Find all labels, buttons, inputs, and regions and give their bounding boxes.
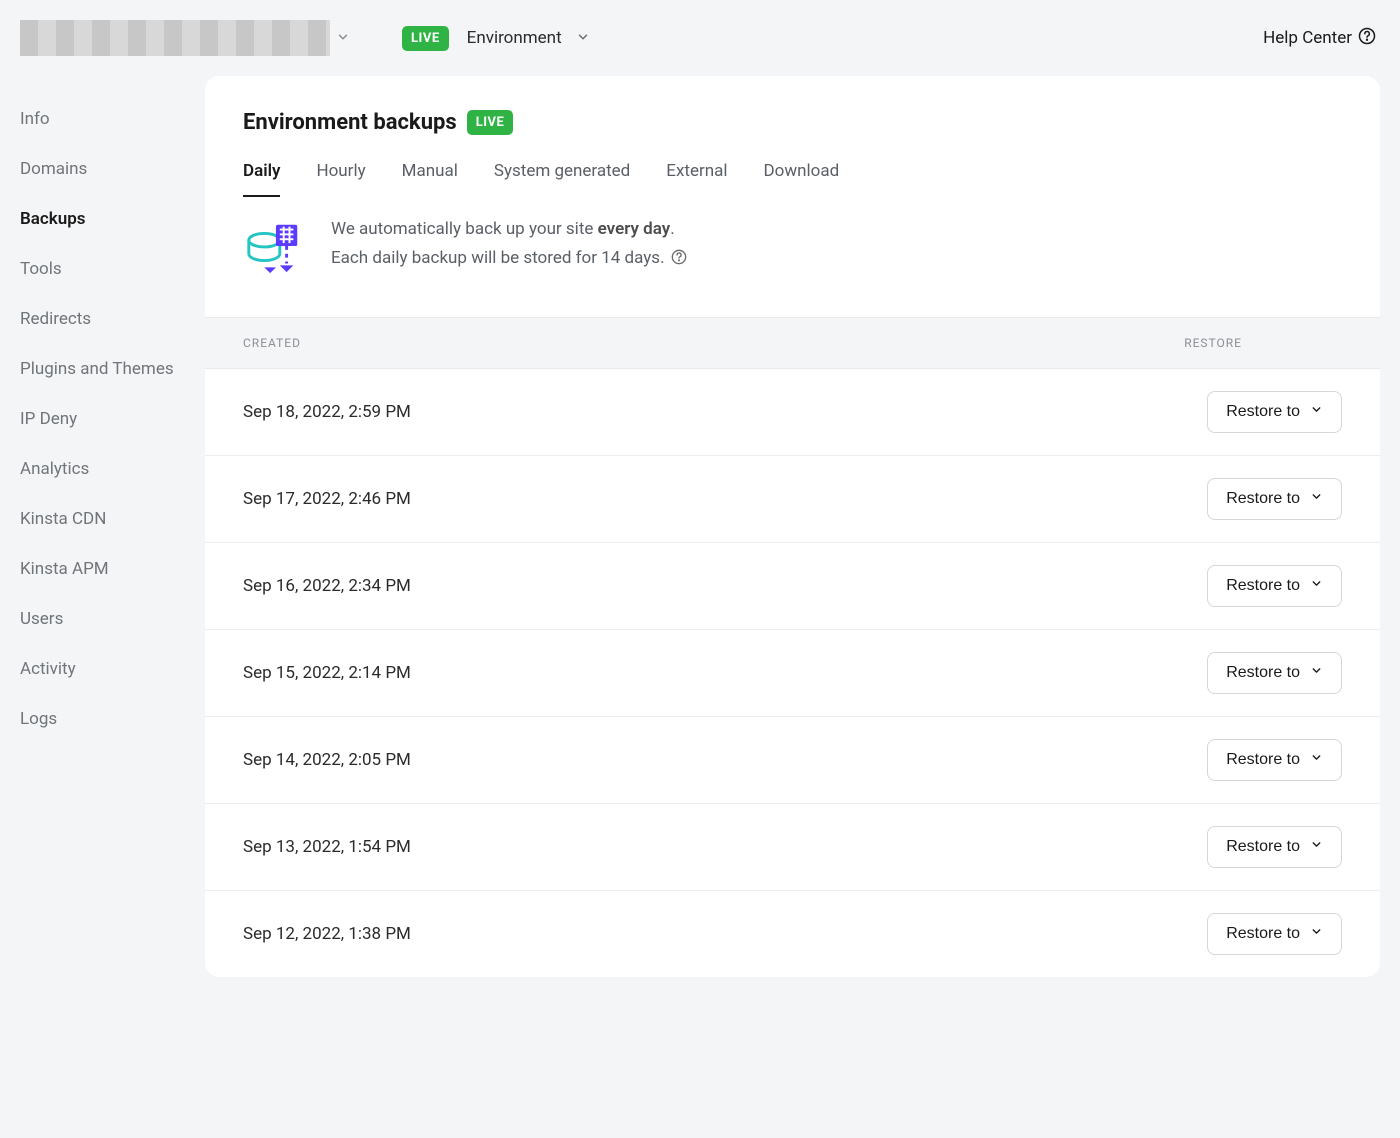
info-line1-post: .: [670, 219, 674, 239]
sidebar-item-info[interactable]: Info: [20, 94, 205, 144]
backup-calendar-icon: [243, 215, 305, 281]
sidebar-item-ip-deny[interactable]: IP Deny: [20, 394, 205, 444]
tab-hourly[interactable]: Hourly: [316, 161, 365, 197]
topbar: LIVE Environment Help Center: [0, 0, 1400, 76]
chevron-down-icon: [1310, 577, 1323, 595]
site-name-redacted: [20, 20, 330, 56]
backup-row: Sep 16, 2022, 2:34 PM Restore to: [205, 543, 1380, 630]
backup-created: Sep 14, 2022, 2:05 PM: [243, 750, 411, 770]
tab-download[interactable]: Download: [763, 161, 839, 197]
chevron-down-icon: [1310, 925, 1323, 943]
backup-created: Sep 13, 2022, 1:54 PM: [243, 837, 411, 857]
sidebar-item-domains[interactable]: Domains: [20, 144, 205, 194]
chevron-down-icon: [1310, 490, 1323, 508]
sidebar: InfoDomainsBackupsToolsRedirectsPlugins …: [0, 76, 205, 744]
environment-label[interactable]: Environment: [467, 28, 562, 48]
chevron-down-icon: [336, 29, 350, 48]
backup-created: Sep 15, 2022, 2:14 PM: [243, 663, 411, 683]
backup-created: Sep 17, 2022, 2:46 PM: [243, 489, 411, 509]
restore-label: Restore to: [1226, 664, 1300, 682]
info-block: We automatically back up your site every…: [205, 197, 1380, 317]
info-line1-pre: We automatically back up your site: [331, 219, 598, 239]
sidebar-item-logs[interactable]: Logs: [20, 694, 205, 744]
sidebar-item-kinsta-cdn[interactable]: Kinsta CDN: [20, 494, 205, 544]
info-line1-bold: every day: [598, 219, 671, 239]
restore-to-button[interactable]: Restore to: [1207, 913, 1342, 955]
sidebar-item-users[interactable]: Users: [20, 594, 205, 644]
column-header-restore: RESTORE: [1184, 336, 1242, 350]
sidebar-item-activity[interactable]: Activity: [20, 644, 205, 694]
page-title: Environment backups: [243, 110, 457, 135]
live-badge: LIVE: [402, 26, 449, 51]
tab-manual[interactable]: Manual: [402, 161, 458, 197]
restore-to-button[interactable]: Restore to: [1207, 478, 1342, 520]
chevron-down-icon: [1310, 664, 1323, 682]
backup-row: Sep 18, 2022, 2:59 PM Restore to: [205, 369, 1380, 456]
sidebar-item-kinsta-apm[interactable]: Kinsta APM: [20, 544, 205, 594]
table-head: CREATED RESTORE: [205, 317, 1380, 369]
restore-label: Restore to: [1226, 838, 1300, 856]
tab-external[interactable]: External: [666, 161, 727, 197]
chevron-down-icon: [1310, 838, 1323, 856]
sidebar-item-redirects[interactable]: Redirects: [20, 294, 205, 344]
column-header-created: CREATED: [243, 336, 301, 350]
backup-row: Sep 14, 2022, 2:05 PM Restore to: [205, 717, 1380, 804]
restore-label: Restore to: [1226, 490, 1300, 508]
restore-label: Restore to: [1226, 925, 1300, 943]
sidebar-item-plugins-and-themes[interactable]: Plugins and Themes: [20, 344, 205, 394]
tab-system-generated[interactable]: System generated: [494, 161, 630, 197]
restore-to-button[interactable]: Restore to: [1207, 739, 1342, 781]
question-circle-icon: [1358, 27, 1376, 50]
restore-label: Restore to: [1226, 403, 1300, 421]
restore-label: Restore to: [1226, 577, 1300, 595]
backup-created: Sep 12, 2022, 1:38 PM: [243, 924, 411, 944]
backup-row: Sep 12, 2022, 1:38 PM Restore to: [205, 891, 1380, 977]
info-text: We automatically back up your site every…: [331, 215, 687, 273]
restore-to-button[interactable]: Restore to: [1207, 391, 1342, 433]
chevron-down-icon: [1310, 403, 1323, 421]
tab-daily[interactable]: Daily: [243, 161, 280, 197]
backup-created: Sep 18, 2022, 2:59 PM: [243, 402, 411, 422]
site-selector[interactable]: [20, 20, 390, 56]
sidebar-item-tools[interactable]: Tools: [20, 244, 205, 294]
help-center-label: Help Center: [1263, 28, 1352, 48]
sidebar-item-backups[interactable]: Backups: [20, 194, 205, 244]
question-circle-icon[interactable]: [669, 248, 687, 268]
backup-row: Sep 15, 2022, 2:14 PM Restore to: [205, 630, 1380, 717]
help-center-link[interactable]: Help Center: [1263, 27, 1376, 50]
backup-row: Sep 17, 2022, 2:46 PM Restore to: [205, 456, 1380, 543]
backup-created: Sep 16, 2022, 2:34 PM: [243, 576, 411, 596]
restore-label: Restore to: [1226, 751, 1300, 769]
restore-to-button[interactable]: Restore to: [1207, 565, 1342, 607]
tabs: Daily Hourly Manual System generated Externa…: [243, 161, 1342, 197]
backup-row: Sep 13, 2022, 1:54 PM Restore to: [205, 804, 1380, 891]
restore-to-button[interactable]: Restore to: [1207, 652, 1342, 694]
main-card: Environment backups LIVE Daily Hourly Manu…: [205, 76, 1380, 977]
sidebar-item-analytics[interactable]: Analytics: [20, 444, 205, 494]
info-line2: Each daily backup will be stored for 14 …: [331, 248, 665, 268]
chevron-down-icon: [1310, 751, 1323, 769]
backup-rows: Sep 18, 2022, 2:59 PMRestore toSep 17, 2…: [205, 369, 1380, 977]
live-badge: LIVE: [467, 110, 514, 135]
chevron-down-icon[interactable]: [576, 29, 590, 48]
restore-to-button[interactable]: Restore to: [1207, 826, 1342, 868]
